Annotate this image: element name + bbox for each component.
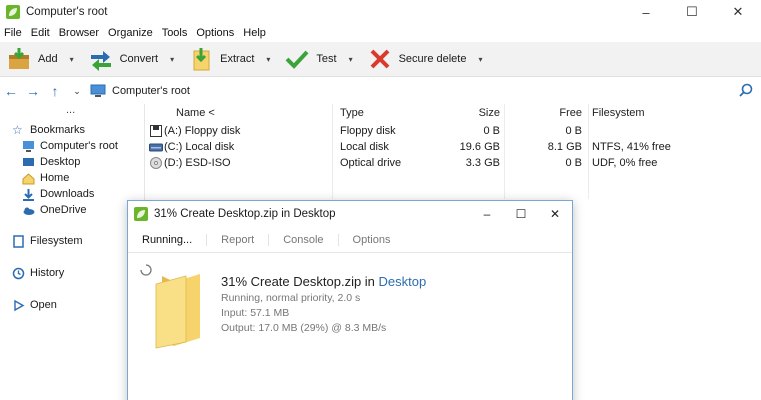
- title-bar: Computer's root – ☐ ✕: [0, 0, 761, 24]
- history-clock-icon: [12, 267, 25, 279]
- sidebar-open[interactable]: Open: [12, 297, 57, 313]
- cloud-icon: [23, 207, 35, 215]
- dialog-tabs: Running... Report Console Options: [128, 227, 572, 253]
- optical-disc-icon: [150, 157, 162, 169]
- chevron-down-icon[interactable]: ⌄: [66, 86, 88, 97]
- peazip-leaf-icon: [6, 5, 20, 19]
- dialog-minimize-button[interactable]: –: [470, 201, 504, 227]
- sidebar-item-desktop[interactable]: Desktop: [22, 154, 80, 170]
- table-row[interactable]: (D:) ESD-ISO Optical drive 3.3 GB 0 B UD…: [146, 155, 761, 171]
- hard-drive-icon: [149, 143, 163, 152]
- column-header-size[interactable]: Size: [436, 104, 500, 122]
- extract-button[interactable]: Extract ▾: [188, 44, 270, 74]
- menu-file[interactable]: File: [4, 27, 22, 39]
- address-path[interactable]: Computer's root: [112, 85, 190, 97]
- sidebar-item-onedrive[interactable]: OneDrive: [22, 202, 86, 218]
- search-icon[interactable]: [739, 83, 753, 97]
- add-dropdown-icon[interactable]: ▾: [70, 55, 74, 64]
- dialog-status: 31% Create Desktop.zip in Desktop Runnin…: [221, 274, 426, 334]
- convert-button[interactable]: Convert ▾: [88, 44, 174, 74]
- up-arrow-icon[interactable]: ↑: [44, 83, 66, 99]
- menu-help[interactable]: Help: [243, 27, 266, 39]
- dialog-title-bar: 31% Create Desktop.zip in Desktop – ☐ ✕: [128, 201, 572, 227]
- download-icon: [23, 188, 34, 201]
- secure-delete-dropdown-icon[interactable]: ▾: [478, 55, 482, 64]
- dialog-close-button[interactable]: ✕: [538, 201, 572, 227]
- convert-icon: [90, 51, 111, 71]
- menu-organize[interactable]: Organize: [108, 27, 153, 39]
- window-title: Computer's root: [26, 6, 108, 18]
- sidebar: ... ☆ Bookmarks Computer's root Desktop …: [0, 104, 145, 400]
- status-line: Running, normal priority, 2.0 s: [221, 292, 361, 304]
- input-size: Input: 57.1 MB: [221, 307, 290, 319]
- toolbar: Add ▾ Convert ▾ Extract ▾ Test ▾ Secure …: [0, 42, 761, 77]
- column-header-type[interactable]: Type: [340, 104, 364, 122]
- menu-bar: File Edit Browser Organize Tools Options…: [0, 24, 761, 42]
- column-header-name[interactable]: Name <: [176, 104, 215, 122]
- progress-dialog: 31% Create Desktop.zip in Desktop – ☐ ✕ …: [127, 200, 573, 400]
- sidebar-item-computers-root[interactable]: Computer's root: [22, 138, 118, 154]
- computer-icon: [90, 84, 106, 97]
- peazip-leaf-icon: [134, 207, 148, 221]
- sidebar-more[interactable]: ...: [66, 104, 75, 116]
- sidebar-item-home[interactable]: Home: [22, 170, 69, 186]
- floppy-disk-icon: [150, 125, 162, 137]
- extract-icon: [193, 48, 210, 71]
- sidebar-history[interactable]: History: [12, 265, 64, 281]
- menu-browser[interactable]: Browser: [59, 27, 99, 39]
- table-row[interactable]: (A:) Floppy disk Floppy disk 0 B 0 B: [146, 123, 761, 139]
- home-folder-icon: [22, 172, 35, 184]
- tab-report[interactable]: Report: [206, 233, 268, 246]
- table-row[interactable]: (C:) Local disk Local disk 19.6 GB 8.1 G…: [146, 139, 761, 155]
- column-header-filesystem[interactable]: Filesystem: [592, 104, 645, 122]
- address-bar: ← → ↑ ⌄ Computer's root: [0, 78, 761, 104]
- operation-heading: 31% Create Desktop.zip in Desktop: [221, 274, 427, 289]
- add-button[interactable]: Add ▾: [6, 44, 74, 74]
- sidebar-item-downloads[interactable]: Downloads: [22, 186, 94, 202]
- desktop-icon: [23, 157, 34, 166]
- spinner-icon: [140, 264, 152, 276]
- forward-arrow-icon[interactable]: →: [22, 83, 44, 99]
- play-arrow-icon: [14, 299, 25, 311]
- menu-edit[interactable]: Edit: [31, 27, 50, 39]
- output-size: Output: 17.0 MB (29%) @ 8.3 MB/s: [221, 322, 387, 334]
- computer-icon: [23, 140, 34, 152]
- extract-dropdown-icon[interactable]: ▾: [266, 55, 270, 64]
- tab-options[interactable]: Options: [337, 233, 405, 246]
- checkmark-icon: [285, 50, 309, 69]
- tab-console[interactable]: Console: [268, 233, 337, 246]
- test-button[interactable]: Test ▾: [284, 44, 353, 74]
- menu-options[interactable]: Options: [196, 27, 234, 39]
- secure-delete-button[interactable]: Secure delete ▾: [367, 44, 483, 74]
- add-archive-icon: [9, 48, 29, 69]
- star-icon: ☆: [12, 122, 23, 137]
- sidebar-filesystem[interactable]: Filesystem: [12, 233, 83, 249]
- convert-dropdown-icon[interactable]: ▾: [170, 55, 174, 64]
- dialog-maximize-button[interactable]: ☐: [504, 201, 538, 227]
- test-dropdown-icon[interactable]: ▾: [349, 55, 353, 64]
- sidebar-bookmarks[interactable]: ☆ Bookmarks: [12, 122, 85, 138]
- filesystem-icon: [13, 234, 24, 248]
- folder-icon: [155, 274, 200, 349]
- menu-tools[interactable]: Tools: [162, 27, 188, 39]
- close-button[interactable]: ✕: [715, 0, 761, 24]
- destination-link[interactable]: Desktop: [379, 274, 427, 289]
- minimize-button[interactable]: –: [623, 0, 669, 24]
- column-header-free[interactable]: Free: [516, 104, 582, 122]
- back-arrow-icon[interactable]: ←: [0, 83, 22, 99]
- maximize-button[interactable]: ☐: [669, 0, 715, 24]
- dialog-title: 31% Create Desktop.zip in Desktop: [154, 208, 336, 220]
- tab-running[interactable]: Running...: [142, 234, 206, 246]
- delete-x-icon: [370, 49, 390, 69]
